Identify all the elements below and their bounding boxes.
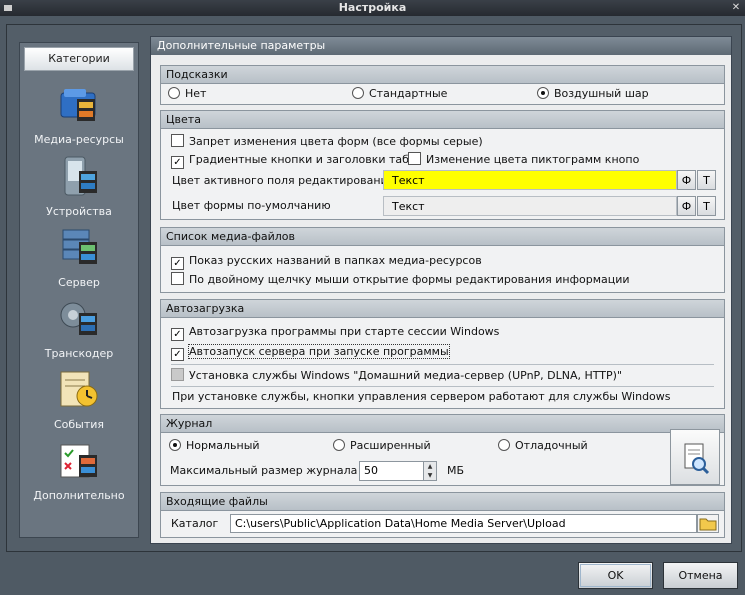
- default-form-font-button[interactable]: Ф: [677, 196, 696, 216]
- media-list-group-title: Список медиа-файлов: [161, 228, 724, 246]
- sidebar-item-server[interactable]: Сервер: [20, 226, 138, 296]
- catalog-label: Каталог: [171, 517, 219, 530]
- sidebar-item-label: Медиа-ресурсы: [34, 133, 124, 146]
- sidebar-item-label: Устройства: [46, 205, 112, 218]
- hint-option-balloon[interactable]: Воздушный шар: [537, 85, 649, 103]
- active-field-text-button[interactable]: Т: [697, 170, 716, 190]
- colors-group: Цвета Запрет изменения цвета форм (все ф…: [160, 110, 725, 220]
- media-resources-icon: [60, 89, 96, 121]
- panel-title: Дополнительные параметры: [151, 37, 731, 55]
- checkbox-checked[interactable]: ✓: [171, 156, 184, 169]
- radio-button[interactable]: [352, 87, 364, 99]
- install-service-checkbox: Установка службы Windows "Домашний медиа…: [171, 367, 622, 385]
- sidebar-item-devices[interactable]: Устройства: [20, 155, 138, 225]
- main-panel: Дополнительные параметры Подсказки Нет С…: [150, 36, 732, 544]
- journal-group-title: Журнал: [161, 415, 724, 433]
- hints-group: Подсказки Нет Стандартные Воздушный шар: [160, 65, 725, 105]
- sidebar-item-label: Сервер: [58, 276, 100, 289]
- default-form-color-label: Цвет формы по-умолчанию: [172, 199, 331, 212]
- hints-group-title: Подсказки: [161, 66, 724, 84]
- sidebar-item-additional[interactable]: Дополнительно: [20, 439, 138, 509]
- devices-icon: [64, 156, 97, 196]
- autoload-group-title: Автозагрузка: [161, 300, 724, 318]
- hint-option-standard[interactable]: Стандартные: [352, 85, 447, 103]
- journal-size-unit: МБ: [447, 464, 465, 477]
- checkbox-checked[interactable]: ✓: [171, 328, 184, 341]
- categories-header: Категории: [24, 47, 134, 71]
- folder-icon: [699, 518, 717, 531]
- journal-group: Журнал Нормальный Расширенный Отладочный…: [160, 414, 725, 486]
- icon-color-change-checkbox[interactable]: Изменение цвета пиктограмм кнопо: [408, 151, 639, 169]
- window-title: Настройка: [338, 1, 407, 14]
- close-icon[interactable]: ✕: [730, 0, 742, 16]
- sidebar-item-label: События: [53, 418, 105, 431]
- journal-mode-extended[interactable]: Расширенный: [333, 437, 431, 455]
- events-icon: [60, 371, 98, 407]
- journal-mode-normal[interactable]: Нормальный: [169, 437, 260, 455]
- ok-button[interactable]: OK: [578, 562, 653, 589]
- autoload-group: Автозагрузка ✓ Автозагрузка программы при…: [160, 299, 725, 409]
- incoming-files-group-title: Входящие файлы: [161, 493, 724, 511]
- active-field-font-button[interactable]: Ф: [677, 170, 696, 190]
- journal-size-stepper[interactable]: ▲ ▼: [423, 461, 437, 481]
- radio-button[interactable]: [168, 87, 180, 99]
- service-note: При установке службы, кнопки управления …: [172, 390, 671, 403]
- window-menu-icon[interactable]: [3, 3, 13, 13]
- active-field-color-label: Цвет активного поля редактирования: [172, 174, 395, 187]
- view-log-icon: [684, 443, 710, 475]
- divider: [171, 364, 714, 365]
- divider: [171, 386, 714, 387]
- double-click-edit-checkbox[interactable]: По двойному щелчку мыши открытие формы р…: [171, 271, 630, 289]
- radio-button[interactable]: [498, 439, 510, 451]
- radio-button[interactable]: [333, 439, 345, 451]
- stepper-up-icon[interactable]: ▲: [424, 462, 436, 471]
- sidebar-item-media-resources[interactable]: Медиа-ресурсы: [20, 83, 138, 153]
- russian-names-checkbox[interactable]: ✓ Показ русских названий в папках медиа-р…: [171, 252, 482, 270]
- checkbox-disabled: [171, 368, 184, 381]
- forbid-color-change-checkbox[interactable]: Запрет изменения цвета форм (все формы с…: [171, 133, 483, 151]
- sidebar-item-label: Транскодер: [44, 347, 114, 360]
- journal-mode-debug[interactable]: Отладочный: [498, 437, 588, 455]
- transcoder-icon: [60, 302, 97, 335]
- browse-folder-button[interactable]: [697, 514, 719, 533]
- sidebar-item-events[interactable]: События: [20, 368, 138, 438]
- categories-sidebar: Категории Медиа-ресурсы Устройства Серве…: [19, 42, 139, 538]
- checkbox[interactable]: [171, 134, 184, 147]
- hint-option-none[interactable]: Нет: [168, 85, 206, 103]
- radio-button-selected[interactable]: [169, 439, 181, 451]
- checkbox[interactable]: [171, 272, 184, 285]
- sidebar-item-label: Дополнительно: [33, 489, 125, 502]
- active-field-color-preview[interactable]: Текст: [383, 170, 677, 190]
- colors-group-title: Цвета: [161, 111, 724, 129]
- view-log-button[interactable]: [670, 429, 720, 485]
- gradient-buttons-checkbox[interactable]: ✓ Градиентные кнопки и заголовки табл: [171, 151, 416, 169]
- journal-max-size-label: Максимальный размер журнала: [170, 464, 358, 477]
- journal-max-size-input[interactable]: 50: [359, 461, 424, 481]
- sidebar-item-transcoder[interactable]: Транскодер: [20, 297, 138, 367]
- catalog-path-input[interactable]: C:\users\Public\Application Data\Home Me…: [230, 514, 697, 533]
- checkbox-checked[interactable]: ✓: [171, 257, 184, 270]
- radio-button-selected[interactable]: [537, 87, 549, 99]
- additional-icon: [60, 444, 97, 478]
- server-icon: [62, 229, 97, 264]
- checkbox[interactable]: [408, 152, 421, 165]
- incoming-files-group: Входящие файлы Каталог C:\users\Public\A…: [160, 492, 725, 538]
- media-list-group: Список медиа-файлов ✓ Показ русских назва…: [160, 227, 725, 293]
- default-form-color-preview[interactable]: Текст: [383, 196, 677, 216]
- stepper-down-icon[interactable]: ▼: [424, 471, 436, 480]
- checkbox-checked[interactable]: ✓: [171, 348, 184, 361]
- window-titlebar: Настройка ✕: [0, 0, 745, 16]
- default-form-text-button[interactable]: Т: [697, 196, 716, 216]
- autoload-program-checkbox[interactable]: ✓ Автозагрузка программы при старте сесси…: [171, 323, 499, 341]
- autostart-server-checkbox[interactable]: ✓ Автозапуск сервера при запуске программ…: [171, 343, 450, 361]
- cancel-button[interactable]: Отмена: [663, 562, 738, 589]
